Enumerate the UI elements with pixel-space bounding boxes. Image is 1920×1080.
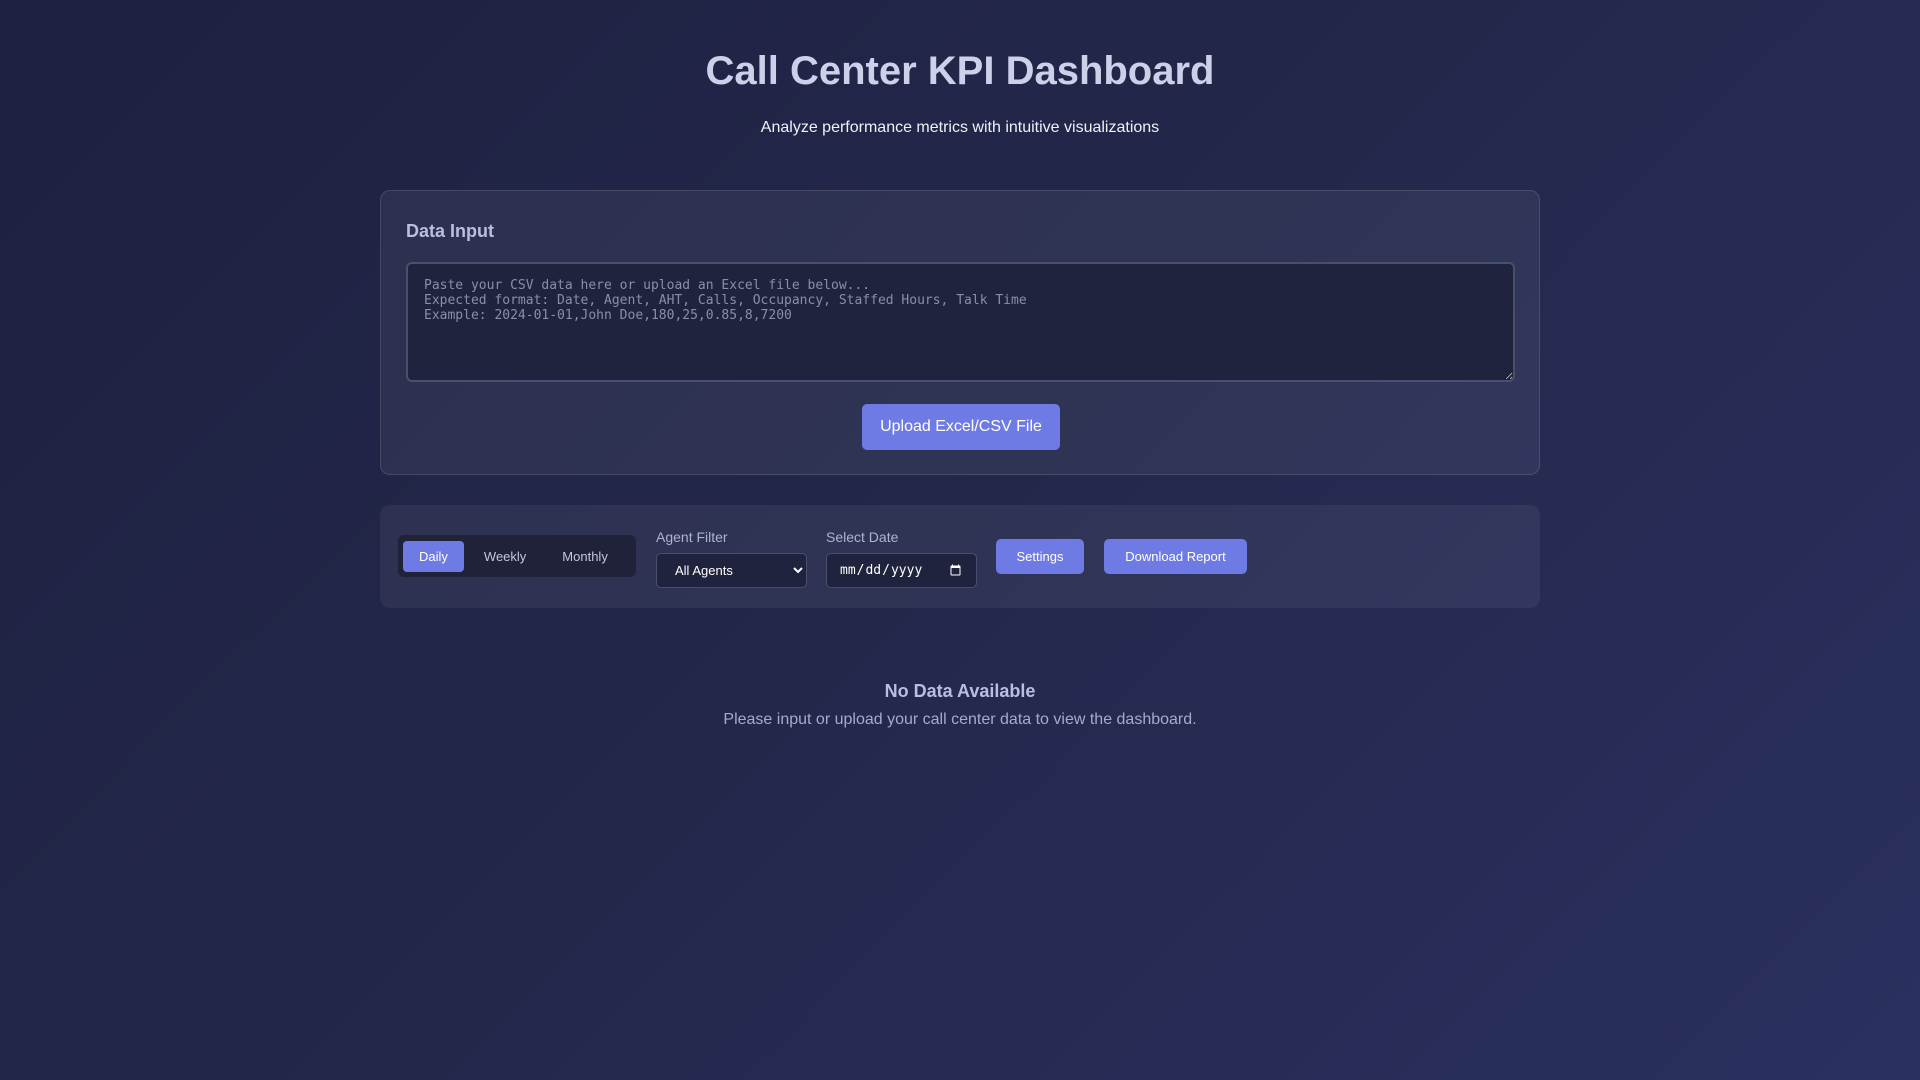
period-monthly-button[interactable]: Monthly: [546, 541, 624, 572]
csv-data-textarea[interactable]: [406, 262, 1515, 382]
empty-state: No Data Available Please input or upload…: [0, 680, 1920, 730]
upload-file-button[interactable]: Upload Excel/CSV File: [862, 404, 1060, 450]
page-header: Call Center KPI Dashboard Analyze perfor…: [0, 48, 1920, 138]
page-title: Call Center KPI Dashboard: [705, 49, 1215, 93]
data-input-panel: Data Input Upload Excel/CSV File: [380, 190, 1540, 475]
settings-button[interactable]: Settings: [996, 539, 1084, 574]
data-input-title: Data Input: [406, 221, 494, 241]
controls-bar: Daily Weekly Monthly Agent Filter All Ag…: [380, 505, 1540, 608]
period-toggle: Daily Weekly Monthly: [398, 535, 636, 577]
download-report-button[interactable]: Download Report: [1104, 539, 1247, 574]
page-subtitle: Analyze performance metrics with intuiti…: [760, 119, 1160, 136]
period-weekly-button[interactable]: Weekly: [468, 541, 542, 572]
agent-filter-label: Agent Filter: [656, 529, 728, 545]
empty-state-message: Please input or upload your call center …: [723, 711, 1197, 728]
date-input[interactable]: [826, 553, 977, 588]
date-picker-group: Select Date: [826, 529, 977, 588]
date-picker-label: Select Date: [826, 529, 899, 545]
empty-state-title: No Data Available: [884, 681, 1036, 701]
period-daily-button[interactable]: Daily: [403, 540, 464, 572]
agent-filter-group: Agent Filter All Agents: [656, 529, 807, 588]
agent-filter-select[interactable]: All Agents: [656, 553, 807, 588]
